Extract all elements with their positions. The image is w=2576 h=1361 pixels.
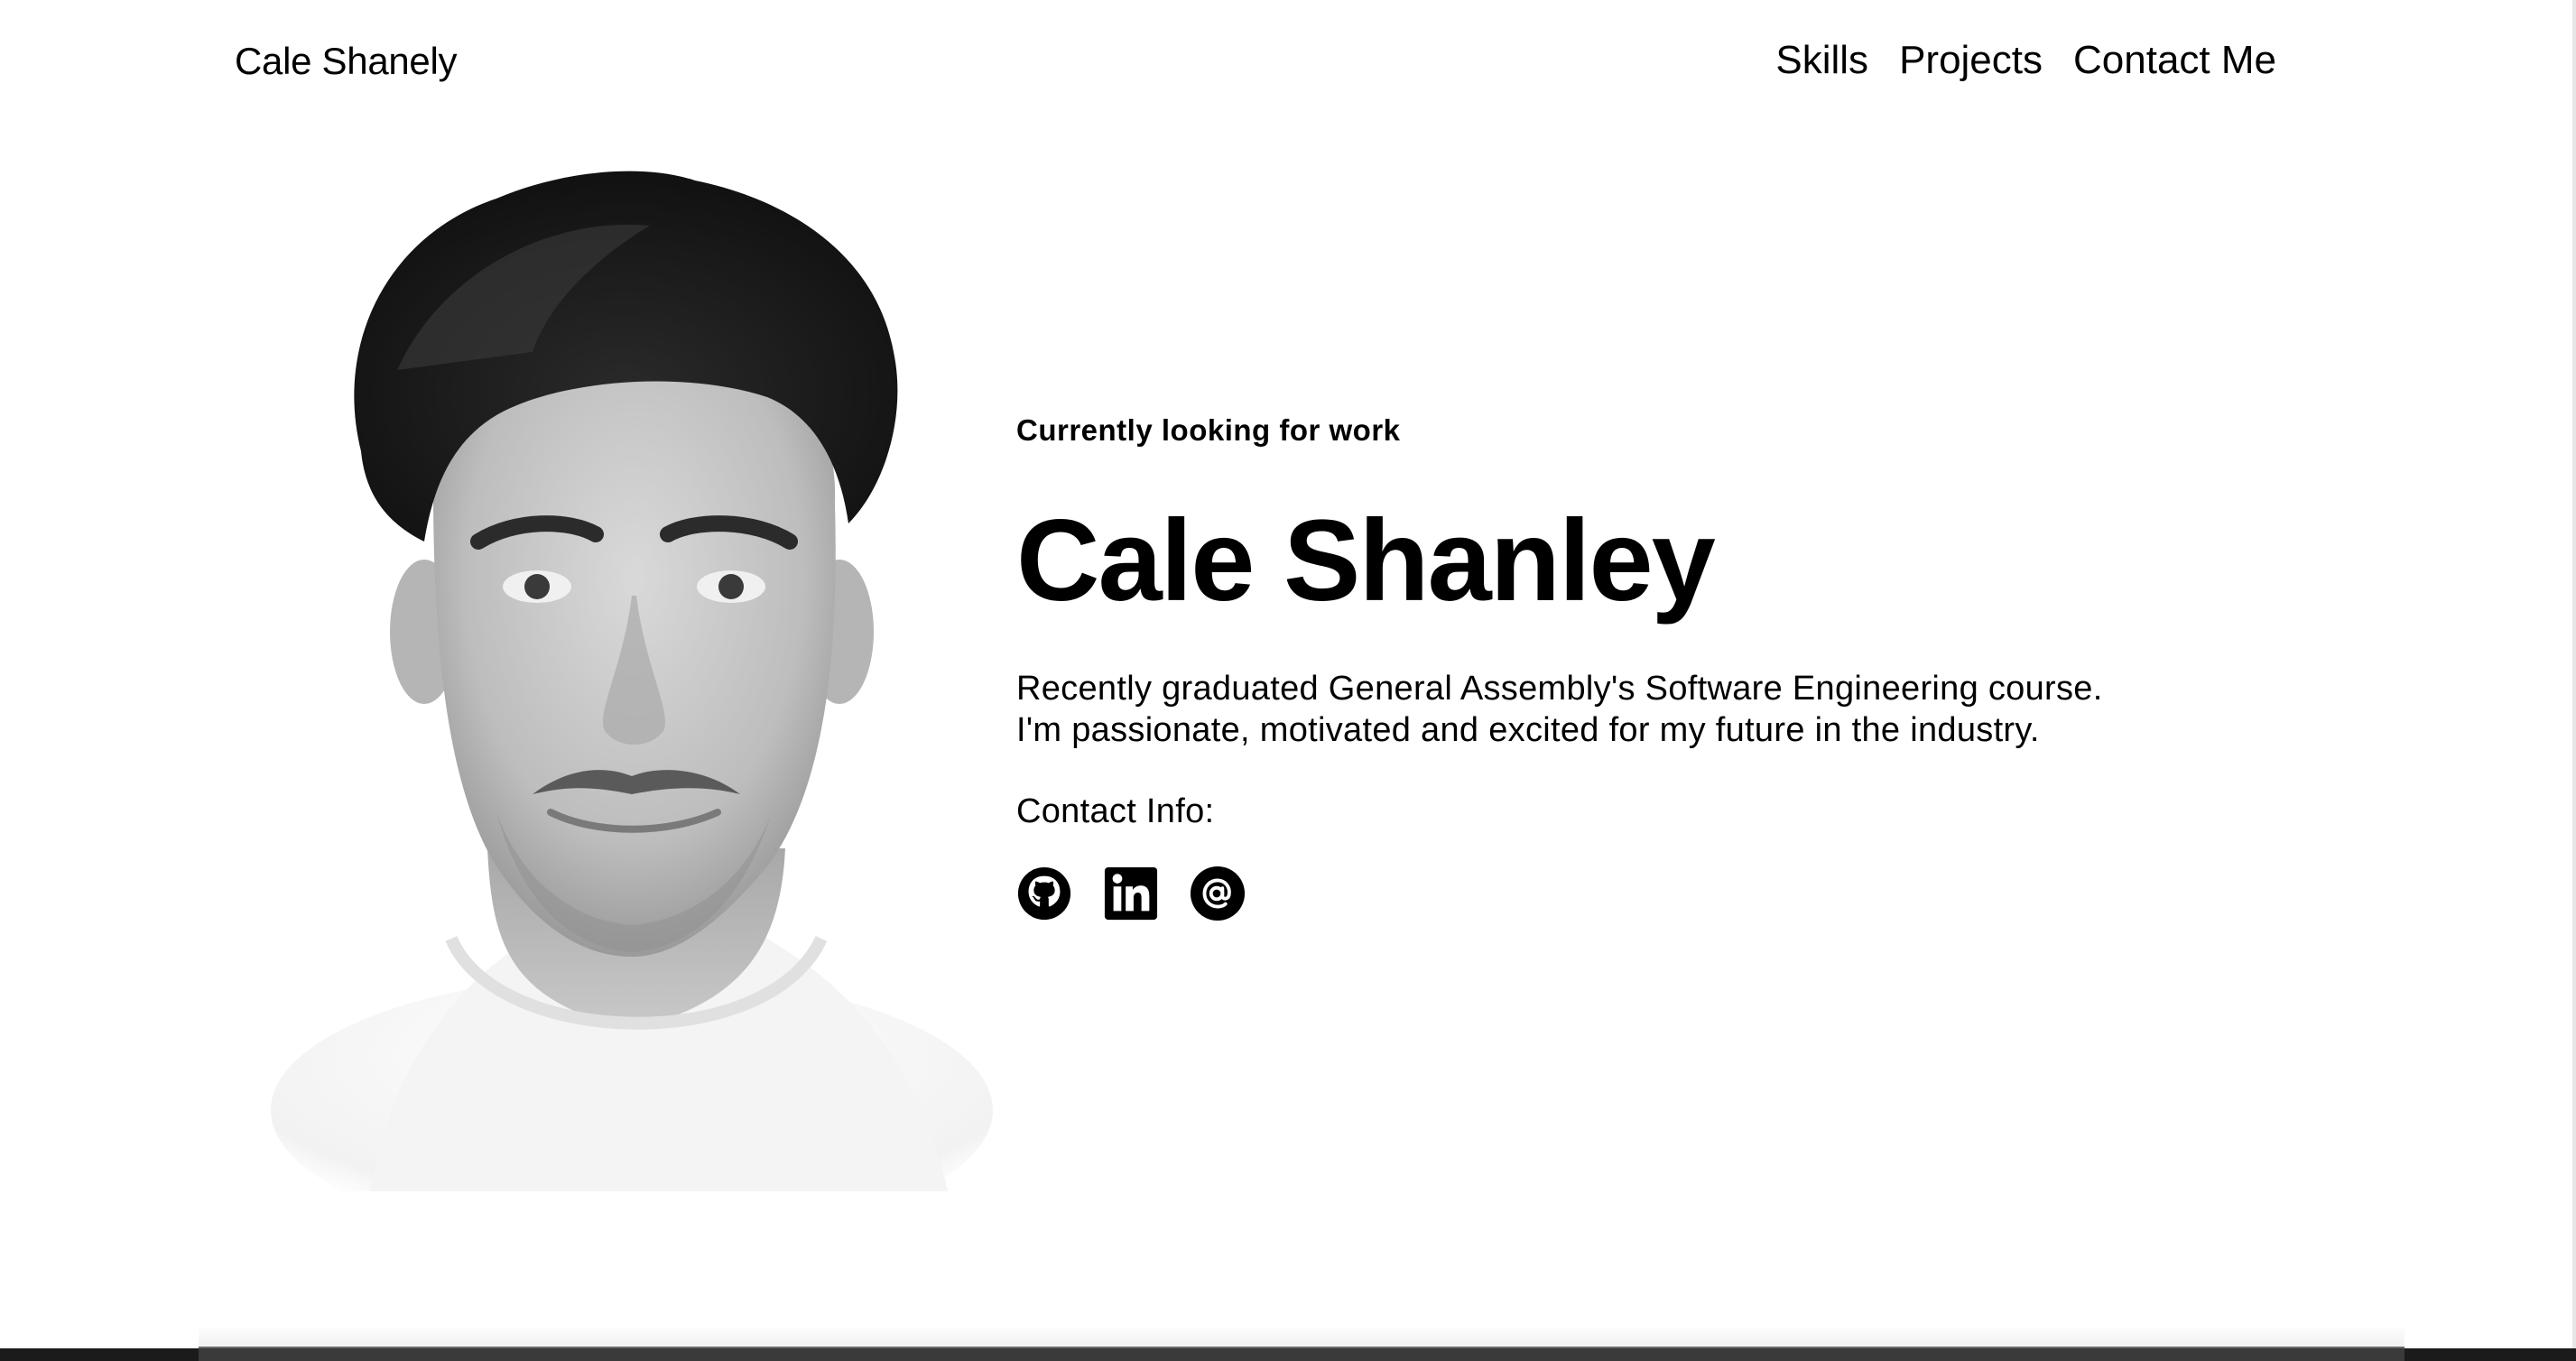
intro-line-2: I'm passionate, motivated and excited fo… — [1016, 711, 2040, 749]
nav-contact-link[interactable]: Contact Me — [2073, 38, 2276, 83]
window-edge — [2572, 0, 2576, 1348]
nav-projects-link[interactable]: Projects — [1899, 38, 2043, 83]
dock[interactable] — [199, 1347, 2405, 1361]
hero-name-heading: Cale Shanley — [1016, 496, 1716, 625]
intro-line-1: Recently graduated General Assembly's So… — [1016, 670, 2103, 708]
email-at-icon — [1190, 866, 1246, 921]
email-link[interactable] — [1190, 866, 1246, 921]
contact-info-label: Contact Info: — [1016, 792, 1215, 830]
social-links — [1016, 866, 2280, 921]
linkedin-link[interactable] — [1103, 866, 1159, 921]
profile-photo — [271, 171, 993, 1191]
github-link[interactable] — [1016, 866, 1072, 921]
github-icon — [1017, 866, 1071, 921]
window-shadow — [199, 1325, 2405, 1348]
hero-section: Currently looking for work Cale Shanley … — [1016, 413, 2280, 921]
intro-paragraph: Recently graduated General Assembly's So… — [1016, 668, 2280, 751]
portfolio-page: Cale Shanely Skills Projects Contact Me — [0, 0, 2576, 1361]
nav-skills-link[interactable]: Skills — [1775, 38, 1868, 83]
site-brand[interactable]: Cale Shanely — [235, 40, 458, 83]
main-nav: Skills Projects Contact Me — [1775, 38, 2276, 83]
linkedin-icon — [1104, 866, 1158, 921]
job-status-text: Currently looking for work — [1016, 413, 1401, 447]
